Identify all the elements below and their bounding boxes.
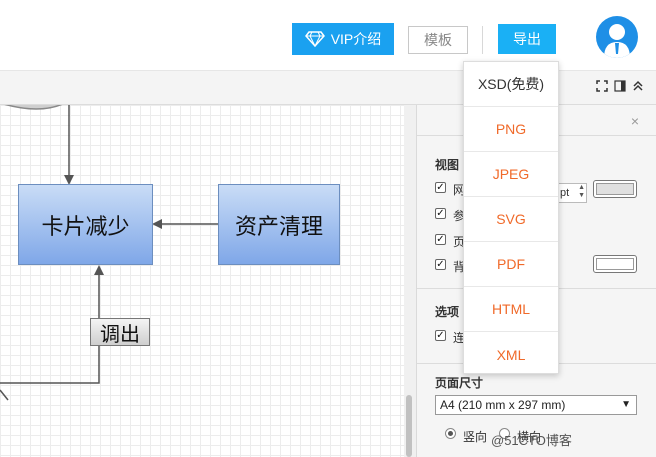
view-checkbox-3[interactable]: ✓ [435,234,446,245]
export-button[interactable]: 导出 [498,24,556,54]
node-card-decrease[interactable]: 卡片减少 [18,184,153,265]
export-item-xsd[interactable]: XSD(免费) [464,62,558,107]
grid-size-spinner[interactable]: pt ▲ ▼ [557,183,587,203]
options-checkbox-1[interactable]: ✓ [435,330,446,341]
canvas-scrollbar[interactable] [404,105,416,457]
toolbar-icons [596,80,644,92]
diamond-icon [304,31,325,47]
spinner-value: pt [560,187,570,199]
node-asset-cleanup[interactable]: 资产清理 [218,184,340,265]
collapse-icon[interactable] [632,80,644,92]
header-divider [482,26,483,54]
vip-button[interactable]: VIP介绍 [292,23,394,55]
node-card-decrease-label: 卡片减少 [41,213,130,239]
spinner-arrows-icon[interactable]: ▲ ▼ [578,184,585,200]
view-checkbox-4[interactable]: ✓ [435,259,446,270]
background-color-swatch[interactable] [593,255,637,273]
view-checkbox-2[interactable]: ✓ [435,208,446,219]
vip-label: VIP介绍 [330,31,382,47]
export-item-pdf[interactable]: PDF [464,242,558,287]
export-item-svg[interactable]: SVG [464,197,558,242]
avatar[interactable] [596,16,638,58]
node-asset-cleanup-label: 资产清理 [234,213,323,239]
view-checkbox-1[interactable]: ✓ [435,182,446,193]
edge-label-box[interactable]: 调出 [90,318,150,346]
export-item-jpeg[interactable]: JPEG [464,152,558,197]
view-heading: 视图 [435,158,460,172]
export-label: 导出 [513,31,541,47]
chevron-down-icon: ▼ [621,399,631,410]
watermark: @51CTO博客 [491,433,572,448]
export-item-xml[interactable]: XML [464,332,558,377]
export-item-png[interactable]: PNG [464,107,558,152]
page-size-select[interactable]: A4 (210 mm x 297 mm) ▼ [435,395,637,415]
fullscreen-icon[interactable] [596,80,608,92]
diagram-edges [0,105,218,401]
template-label: 模板 [424,32,452,48]
template-button[interactable]: 模板 [408,26,468,54]
close-icon[interactable]: × [631,113,639,129]
export-menu: XSD(免费) PNG JPEG SVG PDF HTML XML [463,61,559,374]
grid-color-swatch[interactable] [593,180,637,198]
portrait-radio[interactable] [445,428,456,439]
options-heading: 选项 [435,305,460,319]
scrollbar-thumb[interactable] [406,395,412,457]
export-item-html[interactable]: HTML [464,287,558,332]
page-size-value: A4 (210 mm x 297 mm) [440,398,566,412]
portrait-label: 竖向 [463,430,488,444]
panel-toggle-icon[interactable] [614,80,626,92]
diagram-canvas[interactable]: 卡片减少 资产清理 调出 [0,105,404,457]
user-icon [604,24,630,58]
edge-label: 调出 [100,323,140,346]
